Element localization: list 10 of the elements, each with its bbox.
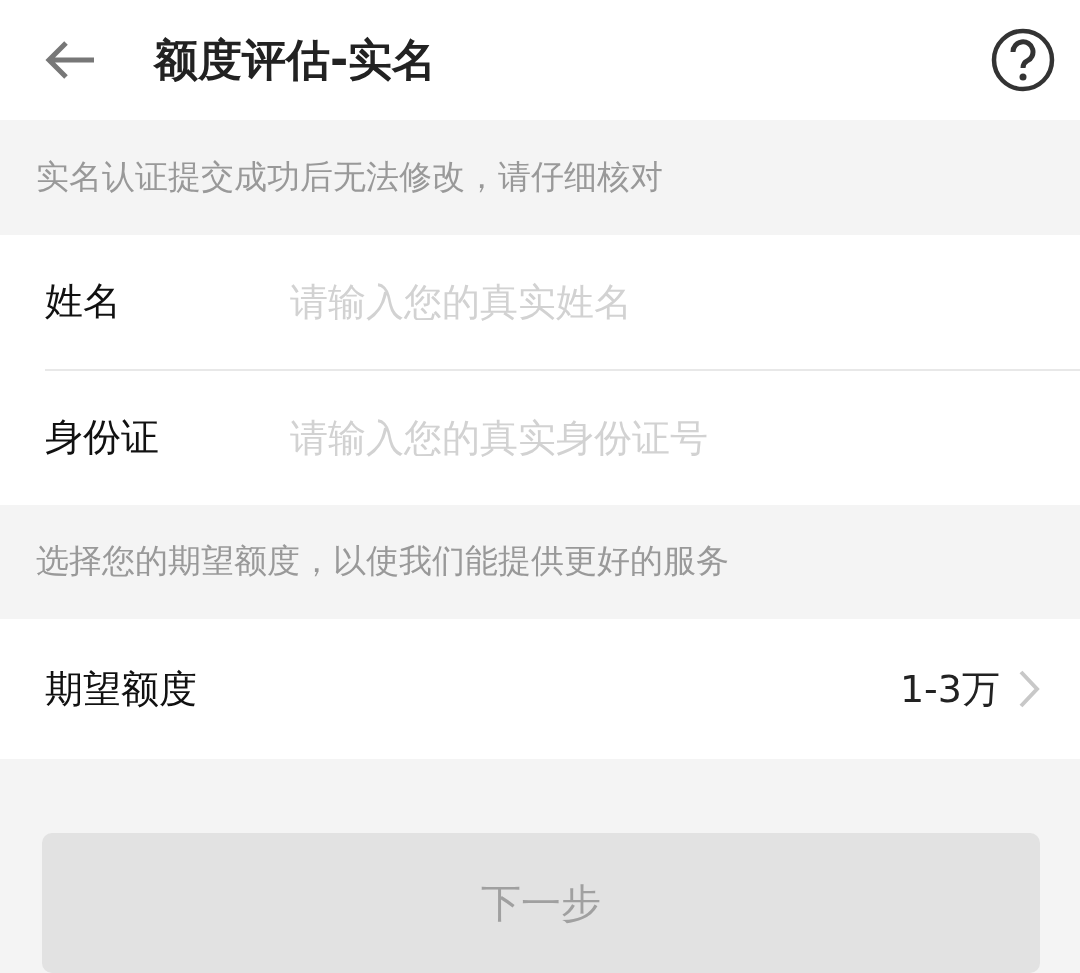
amount-label: 期望额度 — [45, 665, 198, 713]
chevron-right-icon — [1018, 669, 1040, 709]
amount-hint: 选择您的期望额度，以使我们能提供更好的服务 — [36, 540, 729, 583]
help-icon[interactable] — [990, 27, 1056, 94]
amount-value[interactable]: 1-3万 — [899, 663, 1000, 715]
page-title: 额度评估-实名 — [154, 32, 438, 87]
notice-text: 实名认证提交成功后无法修改，请仔细核对 — [36, 155, 663, 198]
field-label: 身份证 — [0, 370, 290, 505]
back-icon[interactable] — [44, 40, 96, 81]
field-label: 姓名 — [0, 234, 290, 369]
